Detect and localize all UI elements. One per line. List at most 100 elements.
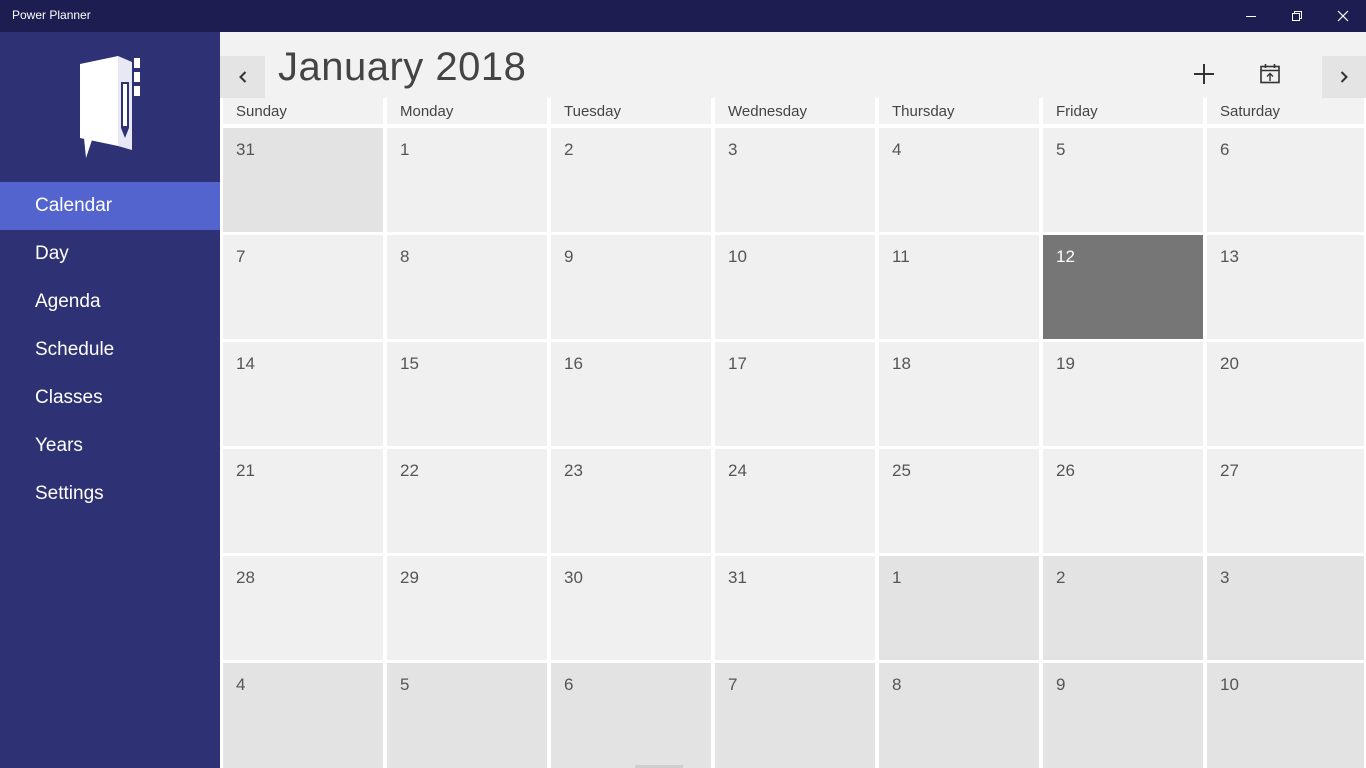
day-cell-today[interactable]: 12: [1043, 235, 1203, 339]
day-number: 31: [236, 140, 255, 159]
sidebar-item-day[interactable]: Day: [0, 230, 220, 278]
day-number: 15: [400, 354, 419, 373]
day-number: 20: [1220, 354, 1239, 373]
weekday-label-tuesday: Tuesday: [551, 98, 711, 124]
day-cell[interactable]: 14: [223, 342, 383, 446]
day-cell[interactable]: 8: [879, 663, 1039, 768]
day-cell[interactable]: 15: [387, 342, 547, 446]
day-cell[interactable]: 6: [551, 663, 711, 768]
sidebar-item-agenda[interactable]: Agenda: [0, 278, 220, 326]
day-cell[interactable]: 21: [223, 449, 383, 553]
day-cell[interactable]: 22: [387, 449, 547, 553]
day-number: 14: [236, 354, 255, 373]
sidebar: Calendar Day Agenda Schedule Classes Yea…: [0, 32, 220, 768]
day-cell[interactable]: 29: [387, 556, 547, 660]
day-cell[interactable]: 1: [879, 556, 1039, 660]
day-number: 5: [400, 675, 410, 694]
previous-month-button[interactable]: [220, 56, 265, 98]
day-number: 2: [564, 140, 574, 159]
day-cell[interactable]: 10: [1207, 663, 1364, 768]
day-number: 10: [728, 247, 747, 266]
day-number: 6: [1220, 140, 1230, 159]
day-number: 1: [400, 140, 410, 159]
day-cell[interactable]: 3: [715, 128, 875, 232]
day-number: 19: [1056, 354, 1075, 373]
day-cell[interactable]: 30: [551, 556, 711, 660]
notebook-pencil-logo: [80, 56, 140, 158]
day-cell[interactable]: 9: [1043, 663, 1203, 768]
day-cell[interactable]: 5: [1043, 128, 1203, 232]
day-number: 27: [1220, 461, 1239, 480]
calendar-main: January 2018 Sunday Monday Tuesday Wednesda…: [220, 32, 1366, 768]
day-cell[interactable]: 2: [1043, 556, 1203, 660]
chevron-right-icon: [1340, 71, 1348, 83]
close-button[interactable]: [1320, 0, 1366, 32]
day-cell[interactable]: 7: [715, 663, 875, 768]
sidebar-item-years[interactable]: Years: [0, 422, 220, 470]
day-cell[interactable]: 8: [387, 235, 547, 339]
day-number: 26: [1056, 461, 1075, 480]
minimize-button[interactable]: [1228, 0, 1274, 32]
add-item-button[interactable]: [1182, 54, 1226, 94]
chevron-left-icon: [238, 71, 246, 83]
restore-button[interactable]: [1274, 0, 1320, 32]
weekday-label-saturday: Saturday: [1207, 98, 1364, 124]
day-cell[interactable]: 31: [715, 556, 875, 660]
day-number: 24: [728, 461, 747, 480]
day-cell[interactable]: 31: [223, 128, 383, 232]
day-cell[interactable]: 7: [223, 235, 383, 339]
weekday-label-wednesday: Wednesday: [715, 98, 875, 124]
day-cell[interactable]: 1: [387, 128, 547, 232]
app-title: Power Planner: [12, 8, 91, 22]
day-number: 7: [728, 675, 738, 694]
sidebar-item-schedule[interactable]: Schedule: [0, 326, 220, 374]
close-icon: [1337, 10, 1349, 22]
day-number: 18: [892, 354, 911, 373]
day-number: 11: [892, 247, 910, 266]
day-cell[interactable]: 18: [879, 342, 1039, 446]
day-number: 9: [564, 247, 574, 266]
sidebar-nav: Calendar Day Agenda Schedule Classes Yea…: [0, 182, 220, 518]
weekday-header-row: Sunday Monday Tuesday Wednesday Thursday Frid…: [220, 98, 1366, 124]
sidebar-item-classes[interactable]: Classes: [0, 374, 220, 422]
sidebar-item-settings[interactable]: Settings: [0, 470, 220, 518]
day-number: 17: [728, 354, 747, 373]
day-cell[interactable]: 24: [715, 449, 875, 553]
day-cell[interactable]: 2: [551, 128, 711, 232]
weekday-label-thursday: Thursday: [879, 98, 1039, 124]
weekday-label-monday: Monday: [387, 98, 547, 124]
day-number: 4: [236, 675, 246, 694]
day-number: 3: [1220, 568, 1230, 587]
day-cell[interactable]: 11: [879, 235, 1039, 339]
day-cell[interactable]: 16: [551, 342, 711, 446]
day-number: 2: [1056, 568, 1066, 587]
day-number: 9: [1056, 675, 1066, 694]
calendar-header: January 2018: [220, 32, 1366, 98]
day-cell[interactable]: 27: [1207, 449, 1364, 553]
day-cell[interactable]: 23: [551, 449, 711, 553]
day-cell[interactable]: 5: [387, 663, 547, 768]
day-cell[interactable]: 26: [1043, 449, 1203, 553]
day-cell[interactable]: 25: [879, 449, 1039, 553]
minimize-icon: [1246, 16, 1256, 17]
day-cell[interactable]: 13: [1207, 235, 1364, 339]
day-number: 6: [564, 675, 574, 694]
day-cell[interactable]: 3: [1207, 556, 1364, 660]
day-number: 29: [400, 568, 419, 587]
go-to-today-button[interactable]: [1248, 54, 1292, 94]
day-number: 8: [400, 247, 410, 266]
day-number: 13: [1220, 247, 1239, 266]
day-cell[interactable]: 19: [1043, 342, 1203, 446]
day-cell[interactable]: 17: [715, 342, 875, 446]
day-cell[interactable]: 10: [715, 235, 875, 339]
day-number: 25: [892, 461, 911, 480]
day-cell[interactable]: 9: [551, 235, 711, 339]
day-cell[interactable]: 28: [223, 556, 383, 660]
day-cell[interactable]: 4: [223, 663, 383, 768]
day-cell[interactable]: 20: [1207, 342, 1364, 446]
day-cell[interactable]: 4: [879, 128, 1039, 232]
next-month-button[interactable]: [1322, 56, 1366, 98]
restore-icon: [1292, 11, 1302, 21]
day-cell[interactable]: 6: [1207, 128, 1364, 232]
sidebar-item-calendar[interactable]: Calendar: [0, 182, 220, 230]
